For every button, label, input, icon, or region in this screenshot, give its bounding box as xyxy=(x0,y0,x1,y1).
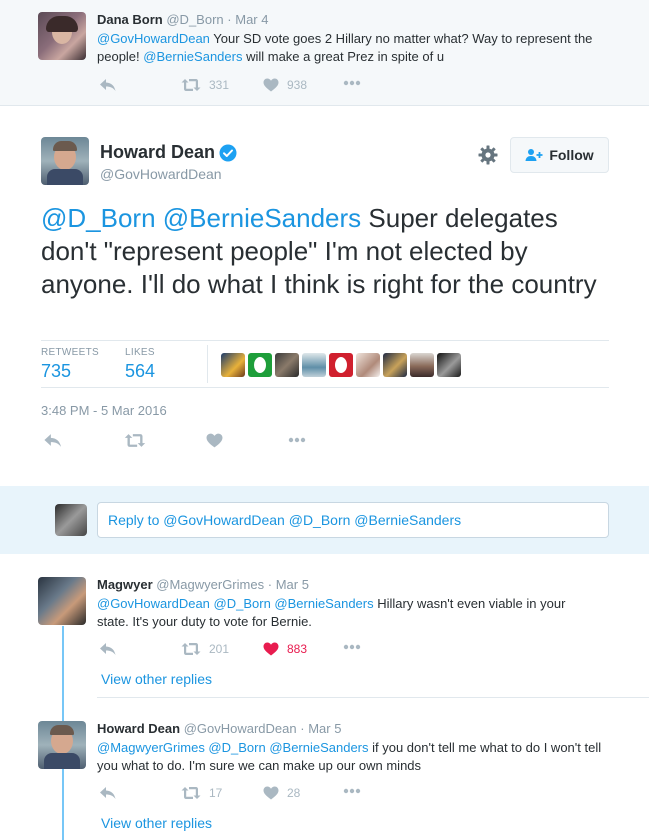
reply-button[interactable] xyxy=(99,642,117,656)
retweet-icon xyxy=(181,79,201,91)
heart-icon xyxy=(263,78,279,92)
retweet-icon xyxy=(181,787,201,799)
like-count: 28 xyxy=(287,786,301,800)
mention-link[interactable]: @GovHowardDean xyxy=(97,31,210,46)
author-handle[interactable]: @GovHowardDean xyxy=(184,721,297,736)
retweet-button[interactable]: 201 xyxy=(181,642,229,656)
author-name[interactable]: Magwyer xyxy=(97,577,153,592)
view-other-replies-link[interactable]: View other replies xyxy=(101,671,212,687)
retweet-count: 735 xyxy=(41,361,72,381)
author-name[interactable]: Dana Born xyxy=(97,12,163,27)
tweet-timestamp[interactable]: 3:48 PM - 5 Mar 2016 xyxy=(41,403,167,418)
retweets-stat[interactable]: RETWEETS 735 xyxy=(41,347,99,382)
tweet-time[interactable]: Mar 5 xyxy=(276,577,309,592)
divider xyxy=(207,345,208,383)
retweet-button[interactable] xyxy=(124,433,146,448)
more-icon xyxy=(343,80,361,86)
heart-icon xyxy=(263,642,279,656)
more-button[interactable] xyxy=(343,788,361,794)
liker-avatar[interactable] xyxy=(383,353,407,377)
reply-icon xyxy=(100,787,116,799)
liker-avatar[interactable] xyxy=(410,353,434,377)
like-button[interactable]: 938 xyxy=(263,78,307,92)
more-icon xyxy=(343,788,361,794)
avatar[interactable] xyxy=(41,137,89,185)
settings-button[interactable] xyxy=(478,145,498,165)
likes-stat[interactable]: LIKES 564 xyxy=(125,347,155,382)
follow-button[interactable]: Follow xyxy=(510,137,609,173)
like-button[interactable]: 28 xyxy=(263,786,300,800)
retweet-button[interactable]: 331 xyxy=(181,78,229,92)
liker-avatar[interactable] xyxy=(275,353,299,377)
like-count: 883 xyxy=(287,642,308,656)
liker-avatar[interactable] xyxy=(329,353,353,377)
tweet-text: @MagwyerGrimes @D_Born @BernieSanders if… xyxy=(97,740,602,773)
tweet-time[interactable]: Mar 5 xyxy=(308,721,341,736)
retweet-count: 201 xyxy=(209,642,230,656)
heart-icon xyxy=(263,786,279,800)
more-icon xyxy=(343,644,361,650)
reply-button[interactable] xyxy=(43,433,63,448)
divider xyxy=(97,697,649,698)
gear-icon xyxy=(478,145,498,165)
mention-link[interactable]: @D_Born @BernieSanders xyxy=(41,203,361,233)
like-count: 564 xyxy=(125,361,156,381)
heart-icon xyxy=(206,433,223,448)
like-button[interactable] xyxy=(206,433,223,448)
liker-avatar[interactable] xyxy=(248,353,272,377)
author-handle[interactable]: @D_Born xyxy=(166,12,223,27)
reply-icon xyxy=(44,434,62,447)
follow-label: Follow xyxy=(549,147,594,163)
retweet-count: 331 xyxy=(209,78,230,92)
more-button[interactable] xyxy=(343,80,361,86)
reply-icon xyxy=(100,643,116,655)
retweet-count: 17 xyxy=(209,786,223,800)
author-handle[interactable]: @GovHowardDean xyxy=(100,166,222,182)
liker-avatar[interactable] xyxy=(221,353,245,377)
liker-avatar[interactable] xyxy=(356,353,380,377)
avatar xyxy=(55,504,87,536)
liker-avatar[interactable] xyxy=(302,353,326,377)
reply-button[interactable] xyxy=(99,78,117,92)
avatar[interactable] xyxy=(38,12,86,60)
like-count: 938 xyxy=(287,78,308,92)
add-user-icon xyxy=(525,149,543,161)
likers-avatars xyxy=(221,353,461,377)
more-button[interactable] xyxy=(343,644,361,650)
retweet-icon xyxy=(124,434,146,447)
mention-link[interactable]: @GovHowardDean @D_Born @BernieSanders xyxy=(97,596,374,611)
tweet-time[interactable]: Mar 4 xyxy=(235,12,268,27)
reply-icon xyxy=(100,79,116,91)
retweet-button[interactable]: 17 xyxy=(181,786,222,800)
retweet-icon xyxy=(181,643,201,655)
author-handle[interactable]: @MagwyerGrimes xyxy=(156,577,264,592)
separator-dot: · xyxy=(227,12,232,27)
more-button[interactable] xyxy=(287,437,307,443)
verified-badge-icon xyxy=(219,144,237,161)
view-other-replies-link[interactable]: View other replies xyxy=(101,815,212,831)
avatar[interactable] xyxy=(38,721,86,769)
like-button[interactable]: 883 xyxy=(263,642,307,656)
avatar[interactable] xyxy=(38,577,86,625)
liker-avatar[interactable] xyxy=(437,353,461,377)
tweet-stats: RETWEETS 735 LIKES 564 xyxy=(41,340,609,388)
author-name[interactable]: Howard Dean xyxy=(97,721,180,736)
tweet-text: @D_Born @BernieSanders Super delegates d… xyxy=(41,203,597,299)
tweet-text: @GovHowardDean Your SD vote goes 2 Hilla… xyxy=(97,31,593,64)
reply-input[interactable]: Reply to @GovHowardDean @D_Born @BernieS… xyxy=(97,502,609,538)
author-name[interactable]: Howard Dean xyxy=(100,142,215,163)
reply-button[interactable] xyxy=(99,786,117,800)
more-icon xyxy=(288,437,306,443)
separator-dot: · xyxy=(267,577,273,592)
separator-dot: · xyxy=(300,721,305,736)
tweet-text: @GovHowardDean @D_Born @BernieSanders Hi… xyxy=(97,596,566,629)
mention-link[interactable]: @BernieSanders xyxy=(143,49,242,64)
mention-link[interactable]: @MagwyerGrimes @D_Born @BernieSanders xyxy=(97,740,369,755)
